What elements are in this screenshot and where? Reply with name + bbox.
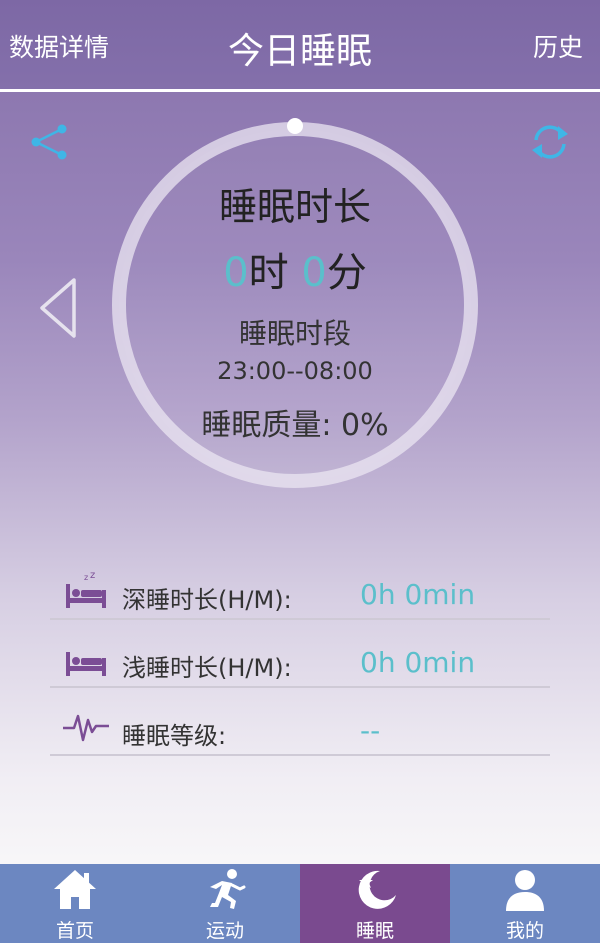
running-icon [210, 869, 246, 909]
user-icon [506, 870, 544, 911]
heartbeat-icon [63, 714, 109, 742]
previous-day-arrow-icon[interactable] [36, 276, 82, 340]
deep-sleep-value: 0h 0min [360, 578, 476, 611]
sleep-period-label: 睡眠时段 [238, 317, 351, 350]
tab-me-label: 我的 [505, 920, 544, 942]
sleep-level-value: -- [360, 714, 381, 747]
sleep-level-label: 睡眠等级: [122, 722, 227, 750]
tab-exercise-label: 运动 [205, 920, 244, 942]
header-bar: 数据详情 今日睡眠 历史 [0, 0, 600, 90]
bottom-tab-bar: 首页 运动 睡眠 我的 [0, 864, 600, 943]
light-sleep-value: 0h 0min [360, 646, 476, 679]
sleep-duration-value: 0时 0分 [108, 240, 482, 298]
sleep-level-row: 睡眠等级: -- [50, 688, 550, 756]
minutes-unit: 分 [326, 250, 367, 296]
header-divider [0, 89, 600, 92]
tab-me[interactable]: 我的 [450, 864, 600, 943]
sleep-duration-label: 睡眠时长 [218, 185, 371, 229]
deep-sleep-bed-icon: z z [66, 570, 106, 608]
moon-star-icon [358, 870, 396, 909]
tab-exercise[interactable]: 运动 [150, 864, 300, 943]
hours-value: 0 [223, 250, 249, 296]
deep-sleep-label: 深睡时长(H/M): [122, 586, 292, 614]
svg-text:z: z [90, 570, 95, 581]
tab-sleep[interactable]: 睡眠 [300, 864, 450, 943]
sleep-quality: 睡眠质量: 0% [201, 408, 389, 443]
light-sleep-bed-icon [66, 652, 106, 676]
page-title: 今日睡眠 [227, 31, 372, 72]
tab-sleep-label: 睡眠 [355, 920, 394, 942]
tab-home-label: 首页 [55, 920, 94, 942]
tab-home[interactable]: 首页 [0, 864, 150, 943]
deep-sleep-row: z z 深睡时长(H/M): 0h 0min [50, 552, 550, 620]
ring-progress-dot [287, 118, 303, 134]
history-link[interactable]: 历史 [533, 28, 583, 64]
light-sleep-label: 浅睡时长(H/M): [122, 654, 292, 682]
hours-unit: 时 [248, 250, 289, 296]
svg-text:z: z [84, 573, 88, 582]
home-icon [54, 870, 96, 909]
sleep-period-value: 23:00--08:00 [217, 357, 373, 385]
light-sleep-row: 浅睡时长(H/M): 0h 0min [50, 620, 550, 688]
refresh-icon[interactable] [528, 120, 572, 164]
share-icon[interactable] [30, 122, 70, 162]
minutes-value: 0 [301, 250, 327, 296]
